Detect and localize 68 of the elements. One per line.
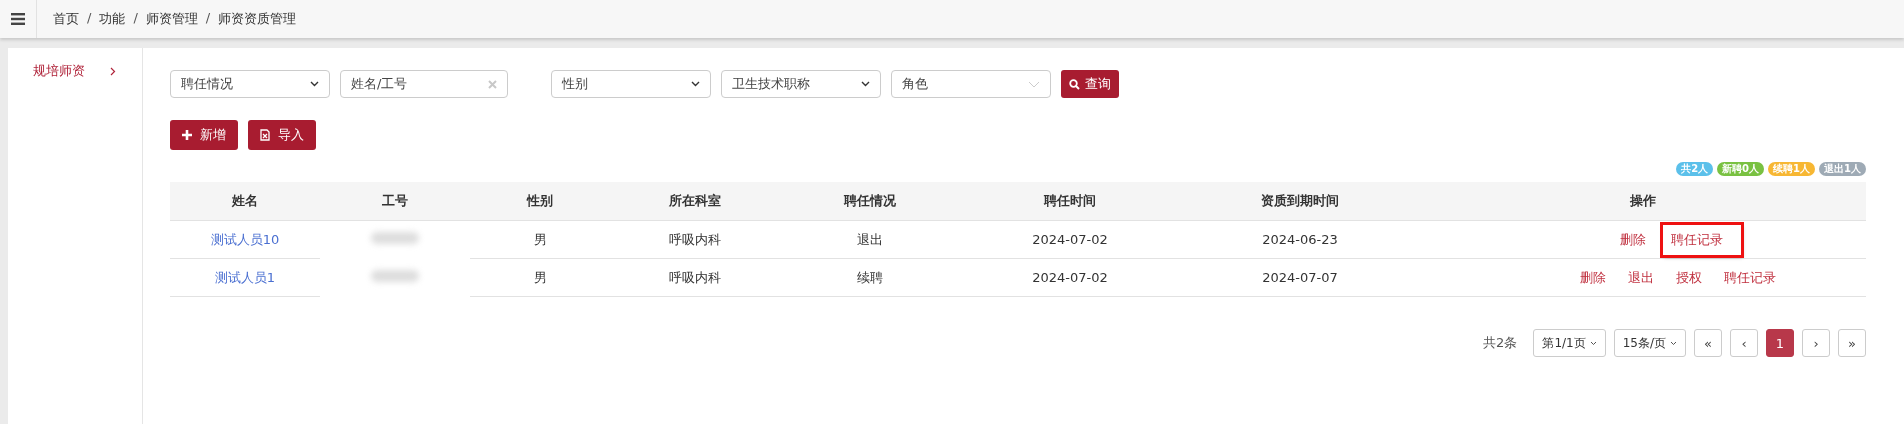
caret-icon [310, 81, 319, 87]
action-link[interactable]: 退出 [1622, 265, 1659, 290]
count-badge: 退出1人 [1819, 162, 1866, 176]
caret-icon [1028, 80, 1040, 88]
table-cell: 2024-07-02 [1032, 270, 1108, 285]
table-cell: 退出 [857, 231, 883, 247]
column-header: 姓名 [170, 182, 320, 221]
action-link[interactable]: 删除 [1614, 227, 1651, 252]
blurred-text [371, 232, 419, 245]
plus-icon [182, 130, 192, 140]
dropdown-field[interactable]: 聘任情况 [170, 70, 330, 98]
column-header: 聘任时间 [960, 182, 1180, 221]
count-badge: 共2人 [1676, 162, 1714, 176]
menu-icon[interactable] [11, 13, 25, 25]
action-link[interactable]: 授权 [1670, 265, 1707, 290]
page-button[interactable]: 1 [1766, 329, 1794, 357]
table-cell: 2024-07-07 [1262, 270, 1338, 285]
search-icon [1069, 78, 1080, 90]
action-link[interactable]: 删除 [1574, 265, 1611, 290]
action-link[interactable]: 聘任记录 [1662, 224, 1741, 255]
page-button[interactable]: ‹ [1730, 329, 1758, 357]
breadcrumb-item[interactable]: 师资管理 [145, 10, 198, 28]
breadcrumb-separator: / [133, 10, 138, 27]
page-button[interactable]: › [1802, 329, 1830, 357]
count-badge: 新聘0人 [1717, 162, 1765, 176]
breadcrumb-item[interactable]: 首页 [53, 10, 79, 28]
table-cell: 男 [533, 269, 547, 285]
breadcrumb-separator: / [205, 10, 211, 27]
column-header: 资质到期时间 [1180, 182, 1420, 221]
add-button[interactable]: 新增 [170, 120, 238, 150]
caret-icon [1670, 340, 1677, 346]
chevron-icon [110, 66, 116, 76]
table-cell: 呼吸内科 [669, 269, 721, 285]
file-icon [260, 129, 270, 141]
page-size-select[interactable]: 15条/页 [1613, 329, 1686, 357]
breadcrumb-item[interactable]: 功能 [99, 10, 126, 28]
page-button[interactable]: « [1694, 329, 1722, 357]
blurred-text [371, 270, 419, 282]
search-button[interactable]: 查询 [1061, 70, 1119, 98]
table-cell: 2024-06-23 [1262, 232, 1338, 247]
count-badge: 续聘1人 [1768, 162, 1816, 176]
breadcrumb-item: 师资资质管理 [218, 10, 297, 28]
page-button[interactable]: » [1838, 329, 1866, 357]
dropdown-field[interactable]: 角色 [891, 70, 1051, 98]
dropdown-field[interactable]: 性别 [551, 70, 711, 98]
clear-icon [488, 79, 497, 89]
caret-icon [1589, 340, 1597, 346]
column-header: 操作 [1420, 182, 1866, 221]
total-count: 共2条 [1483, 334, 1518, 352]
breadcrumb-separator: / [87, 10, 92, 27]
table-cell: 续聘 [857, 269, 883, 285]
caret-icon [691, 81, 700, 87]
dropdown-field[interactable]: 卫生技术职称 [721, 70, 881, 98]
table-cell: 呼吸内科 [669, 231, 721, 247]
table-cell: 男 [533, 231, 547, 247]
name-link[interactable]: 测试人员1 [214, 269, 276, 285]
column-header: 工号 [320, 182, 470, 221]
caret-icon [861, 81, 870, 87]
import-button[interactable]: 导入 [248, 120, 316, 150]
table-cell: 2024-07-02 [1032, 232, 1108, 247]
page-select[interactable]: 第1/1页 [1533, 329, 1606, 357]
action-link[interactable]: 聘任记录 [1718, 265, 1781, 290]
column-header: 聘任情况 [780, 182, 960, 221]
name-link[interactable]: 测试人员10 [210, 231, 280, 247]
sidebar-item[interactable]: 规培师资 [8, 62, 142, 80]
column-header: 性别 [470, 182, 610, 221]
search-field[interactable]: 姓名/工号 [340, 70, 508, 98]
column-header: 所在科室 [610, 182, 780, 221]
